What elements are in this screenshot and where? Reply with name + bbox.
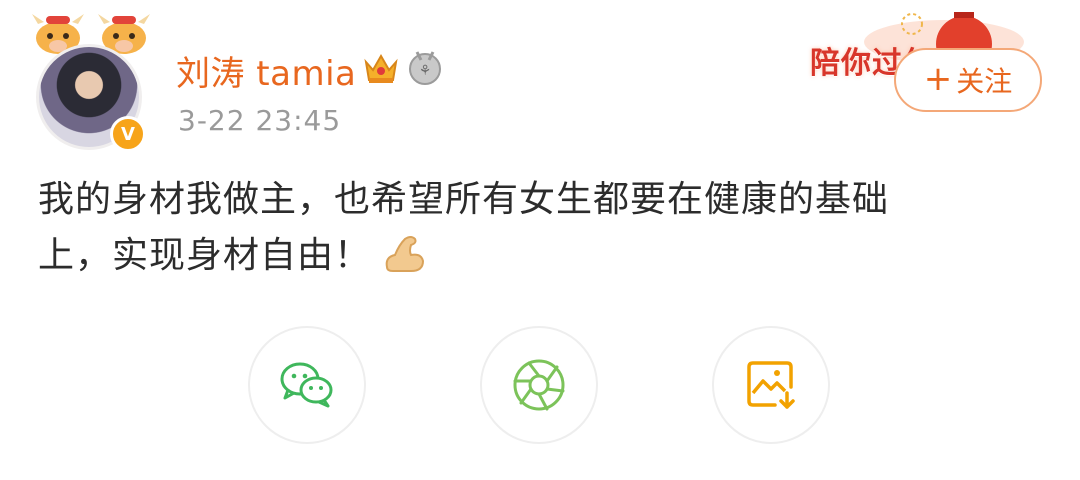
plus-icon: + <box>923 58 953 99</box>
post-content-line-2: 上，实现身材自由！ <box>38 228 998 284</box>
post-content-line: 上，实现身材自由！ <box>38 235 372 276</box>
share-moments-button[interactable] <box>480 326 598 444</box>
username[interactable]: 刘涛 tamia <box>176 46 356 95</box>
verified-badge: V <box>110 116 146 152</box>
save-image-button[interactable] <box>712 326 830 444</box>
wechat-icon <box>280 362 333 408</box>
follow-button[interactable]: + 关注 <box>894 48 1042 112</box>
post-timestamp: 3-22 23:45 <box>178 104 342 137</box>
medal-icon[interactable]: ⚘ <box>406 48 444 88</box>
svg-text:⚘: ⚘ <box>419 63 432 79</box>
post-content: 我的身材我做主，也希望所有女生都要在健康的基础 上，实现身材自由！ <box>38 172 998 284</box>
share-wechat-button[interactable] <box>248 326 366 444</box>
flexed-biceps-icon <box>385 236 425 272</box>
author-avatar[interactable]: V <box>30 10 152 152</box>
crown-icon[interactable] <box>362 50 400 86</box>
follow-label: 关注 <box>956 65 1013 98</box>
save-image-icon <box>747 361 795 409</box>
post-content-line: 我的身材我做主，也希望所有女生都要在健康的基础 <box>38 179 890 220</box>
moments-icon <box>513 359 565 411</box>
